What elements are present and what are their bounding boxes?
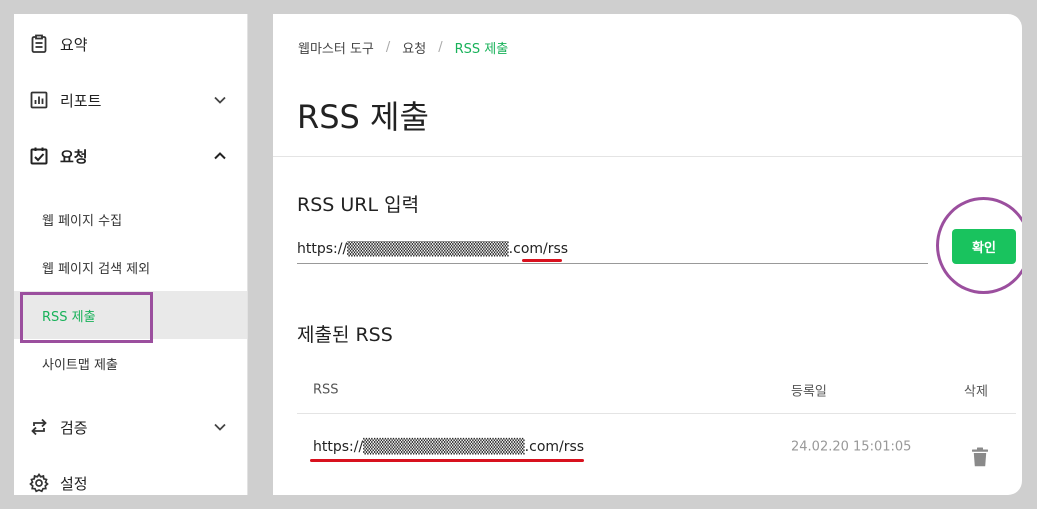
submitted-rss-title: 제출된 RSS [297,324,393,346]
sidebar-sub-label: RSS 제출 [42,309,96,325]
sidebar-item-report[interactable]: 리포트 [14,72,247,128]
column-header-delete: 삭제 [964,384,988,399]
date-cell: 24.02.20 15:01:05 [791,439,912,455]
underline-annotation [310,459,584,462]
sidebar-item-settings[interactable]: 설정 [14,455,247,495]
sidebar: 요약 리포트 요청 웹 페이지 수집 웹 페이지 검색 제외 RSS 제출 사이… [14,14,248,495]
sidebar-sub-sitemap-submit[interactable]: 사이트맵 제출 [14,339,247,387]
rss-url-input[interactable] [297,230,928,264]
breadcrumb-item-webmaster[interactable]: 웹마스터 도구 [298,38,374,57]
sidebar-sub-label: 웹 페이지 수집 [42,213,123,229]
chevron-up-icon [213,149,227,163]
rss-url-cell[interactable]: https://▒▒▒▒▒▒▒▒▒▒▒▒▒▒▒.com/rss [313,439,584,455]
sidebar-item-label: 리포트 [60,91,102,110]
breadcrumb: 웹마스터 도구 / 요청 / RSS 제출 [298,38,508,57]
confirm-button[interactable]: 확인 [952,229,1016,264]
table-row: https://▒▒▒▒▒▒▒▒▒▒▒▒▒▒▒.com/rss 24.02.20… [297,414,1016,480]
sidebar-item-label: 설정 [60,474,88,493]
sidebar-item-verify[interactable]: 검증 [14,399,247,455]
sidebar-item-label: 검증 [60,418,88,437]
sidebar-item-summary[interactable]: 요약 [14,16,247,72]
sidebar-sub-label: 사이트맵 제출 [42,357,118,373]
main-panel: 웹마스터 도구 / 요청 / RSS 제출 RSS 제출 RSS URL 입력 … [273,14,1022,495]
column-header-rss: RSS [313,382,339,397]
sidebar-sub-web-page-exclude[interactable]: 웹 페이지 검색 제외 [14,243,247,291]
divider [273,156,1022,157]
page-title: RSS 제출 [297,98,429,136]
calendar-check-icon [28,145,50,167]
column-header-date: 등록일 [791,384,827,399]
swap-icon [28,416,50,438]
bar-chart-icon [28,89,50,111]
clipboard-icon [28,33,50,55]
breadcrumb-separator: / [385,40,391,55]
breadcrumb-separator: / [438,40,443,55]
chevron-down-icon [213,420,227,434]
sidebar-item-request[interactable]: 요청 [14,128,247,184]
table-header: RSS 등록일 삭제 [297,366,1016,414]
sidebar-sub-rss-submit[interactable]: RSS 제출 [14,291,247,339]
sidebar-item-label: 요청 [60,147,88,166]
breadcrumb-item-current: RSS 제출 [454,42,509,57]
sidebar-item-label: 요약 [60,35,88,54]
sidebar-sub-label: 웹 페이지 검색 제외 [42,261,151,277]
sidebar-sub-web-page-collect[interactable]: 웹 페이지 수집 [14,195,247,243]
underline-annotation [522,259,562,262]
gear-icon [28,472,50,494]
rss-url-label: RSS URL 입력 [297,194,420,216]
chevron-down-icon [213,93,227,107]
trash-icon[interactable] [971,447,989,467]
breadcrumb-item-request[interactable]: 요청 [402,38,426,57]
